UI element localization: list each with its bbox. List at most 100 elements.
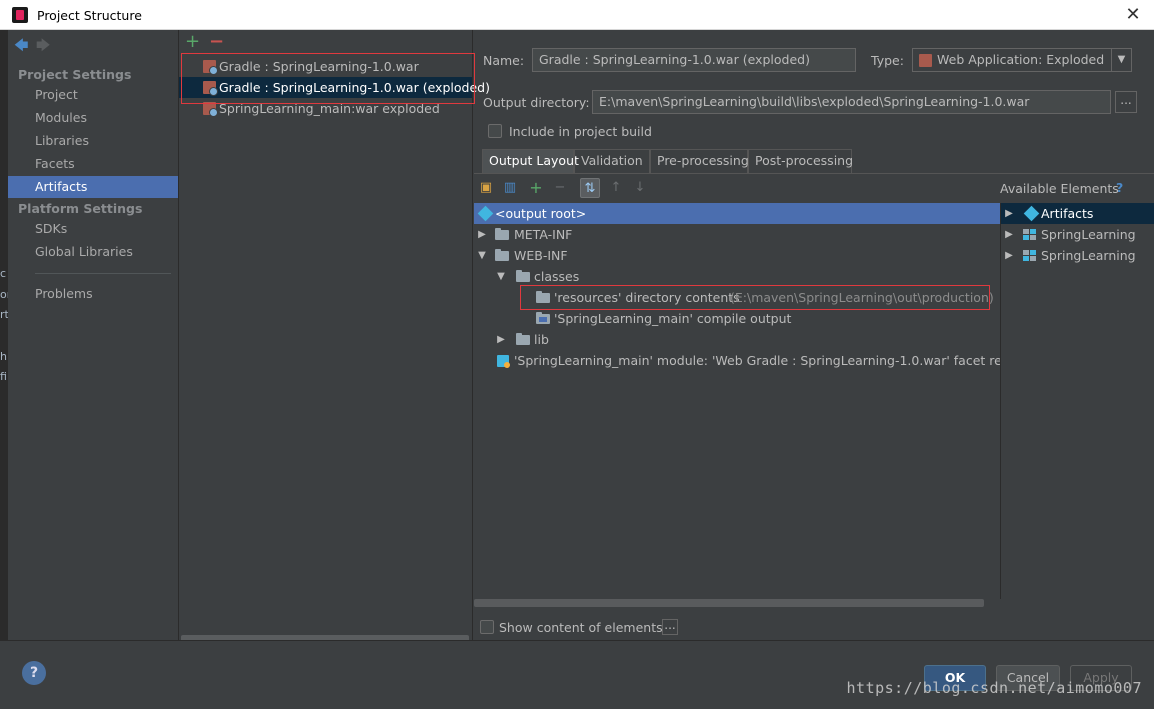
tab-validation[interactable]: Validation: [574, 149, 650, 173]
available-elements-label: Available Elements: [1000, 181, 1119, 196]
expand-arrow-icon[interactable]: ▶: [1003, 224, 1015, 245]
remove-artifact-icon[interactable]: −: [209, 31, 224, 52]
collapse-arrow-icon[interactable]: ▼: [495, 266, 507, 287]
chevron-down-icon[interactable]: ▼: [1111, 49, 1131, 71]
war-artifact-icon: [203, 60, 218, 75]
tree-label: META-INF: [514, 227, 573, 242]
forward-arrow-icon: 🡆: [35, 38, 51, 54]
tree-label: lib: [534, 332, 549, 347]
type-label: Type:: [871, 53, 904, 68]
artifact-item[interactable]: Gradle : SpringLearning-1.0.war: [179, 56, 472, 77]
expand-arrow-icon[interactable]: ▶: [1003, 245, 1015, 266]
tree-label: <output root>: [495, 206, 587, 221]
module-output-folder-icon: [536, 312, 550, 324]
available-row-module[interactable]: ▶ SpringLearning: [1001, 224, 1154, 245]
artifact-label: SpringLearning_main:war exploded: [219, 101, 440, 116]
artifact-item[interactable]: SpringLearning_main:war exploded: [179, 98, 472, 119]
war-artifact-icon: [203, 102, 218, 117]
layout-horizontal-scrollbar[interactable]: [474, 599, 984, 607]
tree-label: 'SpringLearning_main' module: 'Web Gradl…: [514, 353, 1000, 368]
folder-icon: [536, 291, 550, 303]
move-down-icon[interactable]: ↓: [630, 178, 650, 198]
sidebar-item-modules[interactable]: Modules: [8, 107, 178, 129]
title-bar: Project Structure ✕: [0, 0, 1154, 30]
archive-icon[interactable]: ▥: [500, 178, 520, 198]
tree-row-output-root[interactable]: <output root>: [474, 203, 1000, 224]
add-artifact-icon[interactable]: +: [185, 31, 200, 52]
move-up-icon[interactable]: ↑: [606, 178, 626, 198]
bg-text: h: [0, 350, 7, 363]
sidebar-divider: [35, 273, 171, 274]
help-button[interactable]: ?: [22, 661, 46, 685]
tree-label: 'resources' directory contents: [554, 290, 740, 305]
tree-label: WEB-INF: [514, 248, 568, 263]
include-in-build-checkbox[interactable]: [488, 124, 502, 138]
name-field[interactable]: Gradle : SpringLearning-1.0.war (explode…: [532, 48, 856, 72]
tab-output-layout[interactable]: Output Layout: [482, 149, 579, 173]
output-layout-tree: <output root> ▶ META-INF ▼ WEB-INF ▼ cla…: [474, 203, 1000, 599]
sidebar-item-global-libraries[interactable]: Global Libraries: [8, 241, 178, 263]
tab-post-processing[interactable]: Post-processing: [748, 149, 853, 173]
close-icon[interactable]: ✕: [1120, 2, 1146, 28]
bg-text: fi: [0, 370, 7, 383]
show-content-options-button[interactable]: ...: [662, 619, 678, 635]
browse-output-button[interactable]: ...: [1115, 91, 1137, 113]
create-directory-icon[interactable]: ▣: [476, 178, 496, 198]
dialog-button-bar: ? OK Cancel Apply https://blog.csdn.net/…: [0, 640, 1154, 709]
show-content-checkbox[interactable]: [480, 620, 494, 634]
group-platform-settings: Platform Settings: [18, 201, 143, 216]
tree-row-web-inf[interactable]: ▼ WEB-INF: [474, 245, 1000, 266]
module-icon: [1023, 229, 1037, 241]
type-dropdown[interactable]: Web Application: Exploded ▼: [912, 48, 1132, 72]
artifacts-icon: [1023, 205, 1040, 222]
background-window-edge: c or rt h fi: [0, 30, 11, 709]
artifact-list-panel: + − Gradle : SpringLearning-1.0.war Grad…: [179, 30, 490, 642]
sidebar-item-libraries[interactable]: Libraries: [8, 130, 178, 152]
output-directory-field[interactable]: E:\maven\SpringLearning\build\libs\explo…: [592, 90, 1111, 114]
available-row-module[interactable]: ▶ SpringLearning: [1001, 245, 1154, 266]
tree-row-facet-resources[interactable]: 'SpringLearning_main' module: 'Web Gradl…: [474, 350, 1000, 371]
tree-label: Artifacts: [1041, 206, 1094, 221]
back-arrow-icon[interactable]: 🡄: [14, 39, 32, 53]
name-label: Name:: [483, 53, 525, 68]
remove-element-icon[interactable]: −: [550, 178, 570, 198]
artifact-details-panel: Name: Gradle : SpringLearning-1.0.war (e…: [474, 30, 1154, 640]
watermark-text: https://blog.csdn.net/aimomo007: [846, 679, 1142, 697]
tree-row-compile-output[interactable]: 'SpringLearning_main' compile output: [474, 308, 1000, 329]
tree-label: SpringLearning: [1041, 248, 1136, 263]
resources-path: (E:\maven\SpringLearning\out\production): [730, 290, 994, 305]
expand-arrow-icon[interactable]: ▶: [476, 224, 488, 245]
tree-row-lib[interactable]: ▶ lib: [474, 329, 1000, 350]
include-in-build-label: Include in project build: [509, 124, 652, 139]
output-directory-label: Output directory:: [483, 95, 590, 110]
tree-row-classes[interactable]: ▼ classes: [474, 266, 1000, 287]
collapse-arrow-icon[interactable]: ▼: [476, 245, 488, 266]
available-row-artifacts[interactable]: ▶ Artifacts: [1001, 203, 1154, 224]
sort-elements-icon[interactable]: ⇅: [580, 178, 600, 198]
artifact-item-selected[interactable]: Gradle : SpringLearning-1.0.war (explode…: [179, 77, 490, 98]
available-elements-tree: ▶ Artifacts ▶ SpringLearning ▶ SpringLea…: [1000, 203, 1154, 599]
tab-pre-processing[interactable]: Pre-processing: [650, 149, 749, 173]
nav-arrows: 🡄 🡆: [14, 38, 54, 54]
bg-text: c: [0, 267, 7, 280]
folder-icon: [516, 333, 530, 345]
expand-arrow-icon[interactable]: ▶: [495, 329, 507, 350]
intellij-app-icon: [12, 7, 28, 23]
war-artifact-icon: [203, 81, 218, 96]
sidebar-item-project[interactable]: Project: [8, 84, 178, 106]
sidebar-item-facets[interactable]: Facets: [8, 153, 178, 175]
tree-row-meta-inf[interactable]: ▶ META-INF: [474, 224, 1000, 245]
sidebar-item-sdks[interactable]: SDKs: [8, 218, 178, 240]
war-artifact-icon: [919, 54, 932, 67]
window-title: Project Structure: [37, 8, 142, 23]
folder-icon: [516, 270, 530, 282]
web-facet-icon: [497, 355, 510, 368]
help-icon[interactable]: ?: [1116, 180, 1123, 195]
sidebar-item-artifacts[interactable]: Artifacts: [8, 176, 178, 198]
expand-arrow-icon[interactable]: ▶: [1003, 203, 1015, 224]
tree-row-resources[interactable]: 'resources' directory contents (E:\maven…: [474, 287, 1000, 308]
tree-label: 'SpringLearning_main' compile output: [554, 311, 792, 326]
add-element-icon[interactable]: +: [526, 178, 546, 198]
sidebar-item-problems[interactable]: Problems: [8, 283, 178, 305]
folder-icon: [495, 228, 509, 240]
